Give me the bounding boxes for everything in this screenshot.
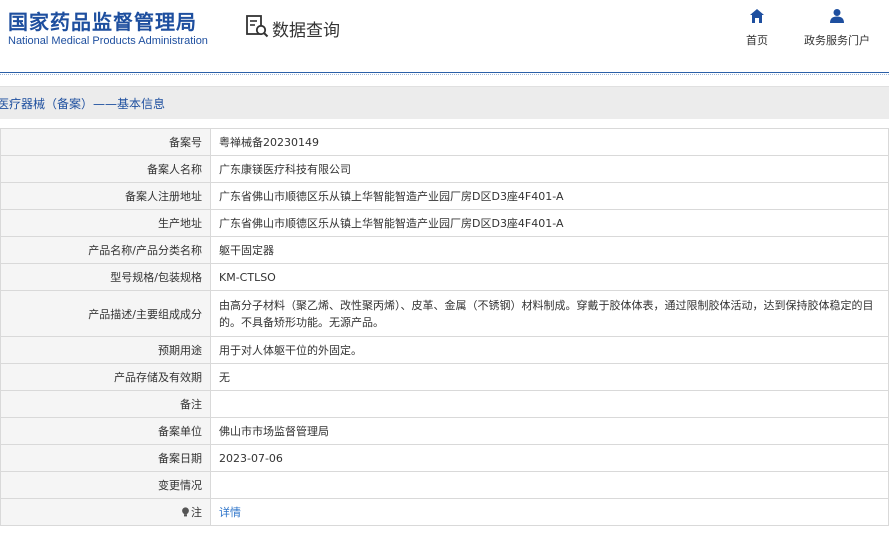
field-label: 产品名称/产品分类名称 xyxy=(0,236,211,264)
search-document-icon xyxy=(245,14,269,42)
section-header: 医疗器械（备案）——基本信息 xyxy=(0,86,889,119)
table-row: 备案日期 2023-07-06 xyxy=(0,444,889,472)
table-row: 型号规格/包装规格 KM-CTLSO xyxy=(0,263,889,291)
table-row: 预期用途 用于对人体躯干位的外固定。 xyxy=(0,336,889,364)
details-link[interactable]: 详情 xyxy=(219,506,241,519)
table-row: 产品存储及有效期 无 xyxy=(0,363,889,391)
field-label: 生产地址 xyxy=(0,209,211,237)
section-title: 医疗器械（备案）——基本信息 xyxy=(0,97,166,111)
field-value: 广东省佛山市顺德区乐从镇上华智能智造产业园厂房D区D3座4F401-A xyxy=(210,182,889,210)
logo-title-cn[interactable]: 国家药品监督管理局 xyxy=(8,6,197,35)
field-value: 佛山市市场监督管理局 xyxy=(210,417,889,445)
field-label: 产品存储及有效期 xyxy=(0,363,211,391)
field-value: 详情 xyxy=(210,498,889,526)
field-label: 备案号 xyxy=(0,128,211,156)
table-row: 备案号 粤禅械备20230149 xyxy=(0,128,889,156)
header-divider xyxy=(0,72,889,73)
user-icon xyxy=(830,9,844,23)
nav-home-label: 首页 xyxy=(746,34,768,47)
field-label: 备案单位 xyxy=(0,417,211,445)
table-row: 变更情况 xyxy=(0,471,889,499)
home-icon xyxy=(750,9,764,23)
nav-service-portal-link[interactable]: 政务服务门户 xyxy=(801,8,873,48)
field-label: 产品描述/主要组成成分 xyxy=(0,290,211,337)
field-value: 粤禅械备20230149 xyxy=(210,128,889,156)
field-label: 备案人注册地址 xyxy=(0,182,211,210)
field-value xyxy=(210,390,889,418)
field-value: KM-CTLSO xyxy=(210,263,889,291)
table-row: 生产地址 广东省佛山市顺德区乐从镇上华智能智造产业园厂房D区D3座4F401-A xyxy=(0,209,889,237)
table-row: 备案人注册地址 广东省佛山市顺德区乐从镇上华智能智造产业园厂房D区D3座4F40… xyxy=(0,182,889,210)
field-value: 无 xyxy=(210,363,889,391)
table-row: 产品名称/产品分类名称 躯干固定器 xyxy=(0,236,889,264)
note-label: 注 xyxy=(191,506,202,519)
field-value: 广东康镁医疗科技有限公司 xyxy=(210,155,889,183)
field-value: 躯干固定器 xyxy=(210,236,889,264)
table-row: 产品描述/主要组成成分 由高分子材料（聚乙烯、改性聚丙烯）、皮革、金属（不锈钢）… xyxy=(0,290,889,337)
nav-service-label: 政务服务门户 xyxy=(804,34,870,47)
table-row: 备注 xyxy=(0,390,889,418)
field-value: 用于对人体躯干位的外固定。 xyxy=(210,336,889,364)
table-row: 备案人名称 广东康镁医疗科技有限公司 xyxy=(0,155,889,183)
logo-title-en: National Medical Products Administration xyxy=(8,35,208,47)
field-value: 2023-07-06 xyxy=(210,444,889,472)
field-label-note: 注 xyxy=(0,498,211,526)
field-label: 备案人名称 xyxy=(0,155,211,183)
field-label: 变更情况 xyxy=(0,471,211,499)
table-row: 注 详情 xyxy=(0,498,889,526)
field-label: 备案日期 xyxy=(0,444,211,472)
field-label: 预期用途 xyxy=(0,336,211,364)
data-query-heading: 数据查询 xyxy=(245,14,340,42)
data-query-label: 数据查询 xyxy=(272,20,340,41)
site-header: 国家药品监督管理局 National Medical Products Admi… xyxy=(0,0,889,72)
field-value: 广东省佛山市顺德区乐从镇上华智能智造产业园厂房D区D3座4F401-A xyxy=(210,209,889,237)
lightbulb-icon xyxy=(181,507,190,520)
header-divider-dotted xyxy=(0,74,889,75)
field-value xyxy=(210,471,889,499)
nav-home-link[interactable]: 首页 xyxy=(743,8,771,48)
field-value: 由高分子材料（聚乙烯、改性聚丙烯）、皮革、金属（不锈钢）材料制成。穿戴于胶体体表… xyxy=(210,290,889,337)
field-label: 备注 xyxy=(0,390,211,418)
table-row: 备案单位 佛山市市场监督管理局 xyxy=(0,417,889,445)
field-label: 型号规格/包装规格 xyxy=(0,263,211,291)
record-detail-table: 备案号 粤禅械备20230149 备案人名称 广东康镁医疗科技有限公司 备案人注… xyxy=(0,128,889,526)
